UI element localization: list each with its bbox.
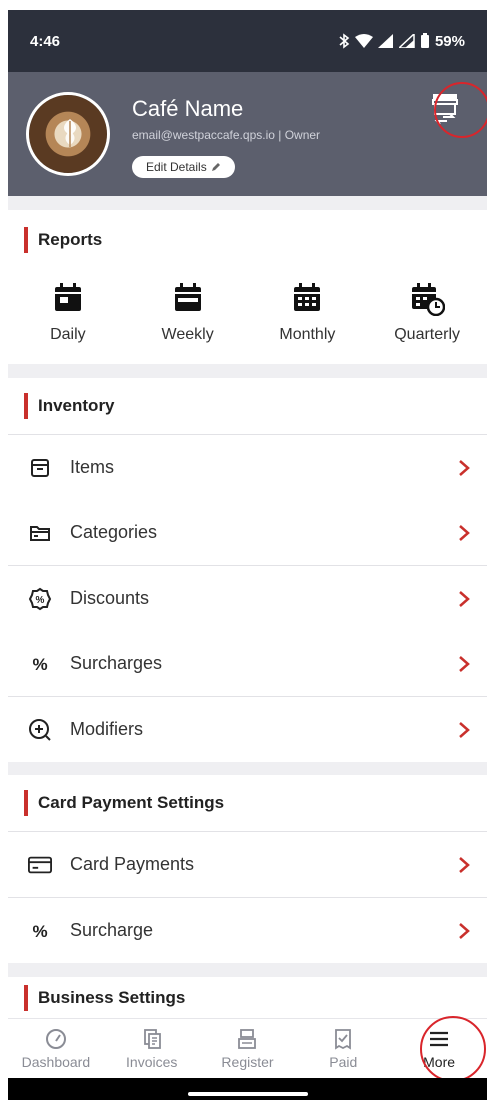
nav-register-label: Register xyxy=(221,1054,274,1070)
report-monthly-label: Monthly xyxy=(279,326,336,343)
section-gap xyxy=(8,196,487,210)
menu-item-surcharges[interactable]: % Surcharges xyxy=(8,631,487,697)
pencil-icon xyxy=(211,163,220,171)
svg-text:%: % xyxy=(32,922,47,941)
system-nav-bar xyxy=(0,1078,495,1100)
menu-item-card-payments[interactable]: Card Payments xyxy=(8,832,487,898)
box-icon xyxy=(28,456,52,480)
menu-item-label: Surcharges xyxy=(70,653,163,673)
battery-icon xyxy=(420,33,429,48)
reports-row: Daily Weekly Monthly Quarterly xyxy=(8,268,487,364)
nav-dashboard-label: Dashboard xyxy=(21,1054,91,1070)
percent-icon: % xyxy=(28,652,52,676)
inventory-title: Inventory xyxy=(38,396,115,415)
inventory-header: Inventory xyxy=(8,378,487,435)
bottom-nav: Dashboard Invoices Register Paid More xyxy=(8,1018,487,1079)
profile-header: Café Name email@westpaccafe.qps.io | Own… xyxy=(8,72,490,196)
report-daily[interactable]: Daily xyxy=(8,268,128,364)
battery-percent: 59% xyxy=(434,32,465,50)
nav-register[interactable]: Register xyxy=(200,1019,296,1079)
nav-invoices[interactable]: Invoices xyxy=(104,1019,200,1079)
edit-details-button[interactable]: Edit Details xyxy=(132,156,235,178)
reports-header: Reports xyxy=(8,212,487,269)
business-title: Business Settings xyxy=(38,987,186,1007)
wifi-icon xyxy=(354,34,373,48)
section-gap xyxy=(8,364,487,378)
chevron-right-icon xyxy=(459,721,470,738)
accent-bar xyxy=(24,790,28,816)
nav-paid[interactable]: Paid xyxy=(295,1019,391,1079)
card-payment-header: Card Payment Settings xyxy=(8,775,487,832)
svg-text:%: % xyxy=(32,655,47,674)
chevron-right-icon xyxy=(459,459,470,476)
report-quarterly-label: Quarterly xyxy=(394,326,461,343)
accent-bar xyxy=(24,393,28,419)
receipt-check-icon xyxy=(335,1029,352,1050)
bluetooth-icon xyxy=(339,33,350,49)
chevron-right-icon xyxy=(459,590,470,607)
accent-bar xyxy=(24,227,28,253)
report-monthly[interactable]: Monthly xyxy=(248,268,368,364)
calendar-month-icon xyxy=(294,283,321,311)
business-header: Business Settings xyxy=(8,977,487,1018)
menu-item-items[interactable]: Items xyxy=(8,435,487,501)
menu-item-label: Items xyxy=(70,457,115,477)
report-daily-label: Daily xyxy=(50,326,86,343)
cafe-name: Café Name xyxy=(132,96,244,121)
signal-icon xyxy=(377,34,393,48)
section-gap xyxy=(8,762,487,776)
folder-icon xyxy=(28,521,52,545)
calendar-clock-icon xyxy=(412,283,446,316)
chevron-right-icon xyxy=(459,655,470,672)
status-bar: 4:46 59% xyxy=(8,10,487,72)
nav-invoices-label: Invoices xyxy=(126,1054,178,1070)
menu-item-categories[interactable]: Categories xyxy=(8,500,487,566)
status-time: 4:46 xyxy=(30,32,61,50)
register-icon xyxy=(238,1029,257,1049)
menu-item-label: Card Payments xyxy=(70,854,195,874)
accent-bar xyxy=(24,984,28,1011)
menu-item-label: Modifiers xyxy=(70,719,144,739)
edit-details-label: Edit Details xyxy=(146,160,207,174)
menu-item-label: Discounts xyxy=(70,588,150,608)
signal-icon-2 xyxy=(398,34,415,48)
chevron-right-icon xyxy=(459,856,470,873)
avatar[interactable] xyxy=(26,92,110,176)
cafe-email: email@westpaccafe.qps.io | Owner xyxy=(132,128,321,142)
documents-icon xyxy=(143,1029,161,1049)
card-payment-title: Card Payment Settings xyxy=(38,793,225,812)
menu-item-modifiers[interactable]: Modifiers xyxy=(8,697,487,763)
more-highlight xyxy=(420,1016,486,1082)
menu-item-surcharge[interactable]: % Surcharge xyxy=(8,898,487,964)
report-weekly-label: Weekly xyxy=(161,326,214,343)
nav-paid-label: Paid xyxy=(329,1054,358,1070)
latte-art-icon xyxy=(64,119,76,147)
credit-card-icon xyxy=(28,853,52,877)
calendar-day-icon xyxy=(54,283,81,311)
frame-left xyxy=(0,0,8,1100)
reports-title: Reports xyxy=(38,230,103,249)
menu-item-label: Categories xyxy=(70,522,158,542)
plus-circle-icon xyxy=(28,718,52,742)
chevron-right-icon xyxy=(459,524,470,541)
chevron-right-icon xyxy=(459,922,470,939)
switch-store-highlight xyxy=(434,82,490,138)
nav-dashboard[interactable]: Dashboard xyxy=(8,1019,104,1079)
menu-item-label: Surcharge xyxy=(70,920,154,940)
report-quarterly[interactable]: Quarterly xyxy=(367,268,487,364)
gauge-icon xyxy=(45,1029,66,1049)
section-gap xyxy=(8,963,487,977)
frame-right xyxy=(487,0,495,1100)
calendar-week-icon xyxy=(174,283,201,311)
home-indicator[interactable] xyxy=(188,1092,308,1096)
percent-icon: % xyxy=(28,919,52,943)
svg-text:%: % xyxy=(36,595,45,606)
menu-item-discounts[interactable]: % Discounts xyxy=(8,566,487,632)
discount-badge-icon: % xyxy=(28,587,52,611)
report-weekly[interactable]: Weekly xyxy=(128,268,248,364)
status-icons: 59% xyxy=(338,33,465,50)
